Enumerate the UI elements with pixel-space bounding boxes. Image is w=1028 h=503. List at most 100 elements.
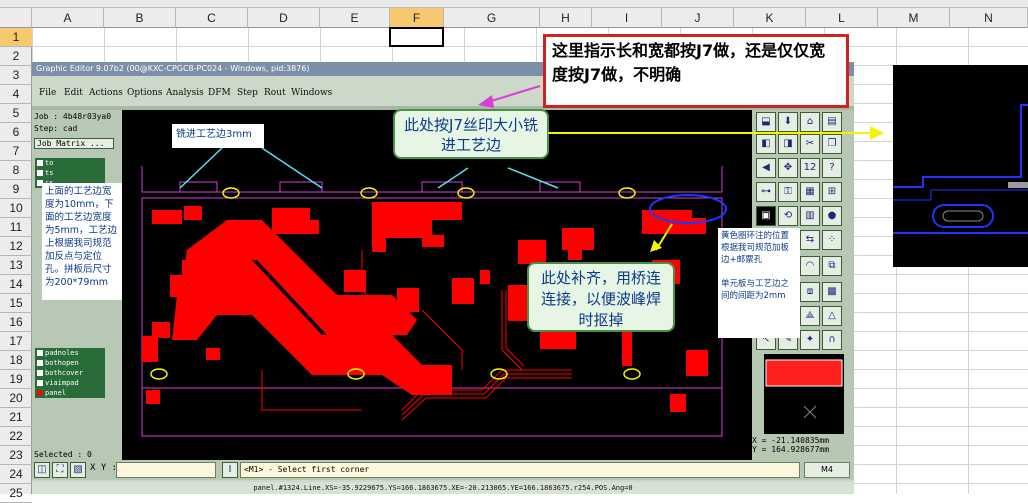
corner-select-all[interactable]	[0, 8, 32, 28]
job-matrix-button[interactable]: Job Matrix ...	[34, 138, 114, 149]
row-header[interactable]: 16	[0, 313, 32, 332]
row-header[interactable]: 2	[0, 47, 32, 66]
row-header[interactable]: 14	[0, 275, 32, 294]
layer-checkbox[interactable]	[37, 390, 43, 396]
layer-row[interactable]: to	[35, 158, 105, 168]
row-header[interactable]: 6	[0, 123, 32, 142]
column-header-c[interactable]: C	[176, 8, 248, 28]
layer-row-panel[interactable]: panel	[35, 388, 105, 398]
status-tool-icon[interactable]: ◫	[34, 462, 50, 478]
status-tool-icon[interactable]: ▧	[70, 462, 86, 478]
mode-dropdown[interactable]: M4	[804, 462, 850, 478]
layer-row[interactable]: viaimpad	[35, 378, 105, 388]
layer-row[interactable]: padnoles	[35, 348, 105, 358]
copper-icon[interactable]: ⧈	[800, 282, 820, 302]
open-layer-icon[interactable]: ⬓	[756, 112, 776, 132]
column-header-h[interactable]: H	[540, 8, 592, 28]
column-header-k[interactable]: K	[734, 8, 806, 28]
row-header[interactable]: 24	[0, 465, 32, 484]
dot-icon[interactable]: ●	[822, 206, 842, 226]
row-header[interactable]: 9	[0, 180, 32, 199]
column-header-g[interactable]: G	[444, 8, 540, 28]
status-tool-icon[interactable]: ⛶	[52, 462, 68, 478]
trash-icon[interactable]: ▤	[822, 112, 842, 132]
triangle-icon[interactable]: △	[822, 306, 842, 326]
menu-step[interactable]: Step	[237, 82, 258, 104]
move-right-icon[interactable]: ◨	[778, 134, 798, 154]
row-header[interactable]: 19	[0, 370, 32, 389]
column-header-l[interactable]: L	[806, 8, 878, 28]
pattern-icon[interactable]: ▥	[800, 206, 820, 226]
column-header-j[interactable]: J	[662, 8, 734, 28]
nodes-icon[interactable]: ⁘	[822, 230, 842, 250]
grid-icon[interactable]: ▦	[800, 182, 820, 202]
layer-checkbox[interactable]	[37, 170, 43, 176]
zoom-down-icon[interactable]: ⬇	[778, 112, 798, 132]
column-header-i[interactable]: I	[592, 8, 662, 28]
menu-actions[interactable]: Actions	[89, 82, 123, 104]
column-header-f[interactable]: F	[390, 8, 444, 28]
row-header[interactable]: 5	[0, 104, 32, 123]
home-icon[interactable]: ⌂	[800, 112, 820, 132]
fill-icon[interactable]: ▩	[822, 282, 842, 302]
row-header[interactable]: 3	[0, 66, 32, 85]
mark-icon[interactable]: ✦	[800, 330, 820, 350]
menu-dfm[interactable]: DFM	[208, 82, 231, 104]
row-header[interactable]: 15	[0, 294, 32, 313]
rotate-icon[interactable]: ⟲	[778, 206, 798, 226]
column-header-e[interactable]: E	[320, 8, 390, 28]
polygon-icon[interactable]: ⟁	[800, 306, 820, 326]
row-header[interactable]: 1	[0, 28, 32, 47]
number-icon[interactable]: 12	[800, 158, 820, 178]
column-header-m[interactable]: M	[878, 8, 950, 28]
row-header[interactable]: 20	[0, 389, 32, 408]
row-header[interactable]: 18	[0, 351, 32, 370]
pan-all-icon[interactable]: ✥	[778, 158, 798, 178]
menu-options[interactable]: Options	[127, 82, 162, 104]
info-icon[interactable]: I	[222, 462, 238, 478]
move-left-icon[interactable]: ◧	[756, 134, 776, 154]
layer-checkbox[interactable]	[37, 350, 43, 356]
layer-checkbox[interactable]	[37, 360, 43, 366]
row-header[interactable]: 11	[0, 218, 32, 237]
select-icon[interactable]: ▣	[756, 206, 776, 226]
row-header[interactable]: 13	[0, 256, 32, 275]
row-header[interactable]: 12	[0, 237, 32, 256]
mirror-icon[interactable]: ⧉	[822, 256, 842, 276]
active-cell-f1[interactable]	[389, 27, 444, 47]
layer-row[interactable]: ts	[35, 168, 105, 178]
copy-icon[interactable]: ❐	[822, 134, 842, 154]
pan-left-icon[interactable]: ◀	[756, 158, 776, 178]
menu-file[interactable]: File	[39, 82, 56, 104]
menu-rout[interactable]: Rout	[264, 82, 286, 104]
row-header[interactable]: 4	[0, 85, 32, 104]
snap-icon[interactable]: ⊞	[822, 182, 842, 202]
measure-icon[interactable]: ⊶	[756, 182, 776, 202]
menu-windows[interactable]: Windows	[291, 82, 332, 104]
row-header[interactable]: 17	[0, 332, 32, 351]
layer-checkbox[interactable]	[37, 160, 43, 166]
cut-icon[interactable]: ✂	[800, 134, 820, 154]
layer-checkbox[interactable]	[37, 370, 43, 376]
column-header-d[interactable]: D	[248, 8, 320, 28]
arc-icon[interactable]: ◠	[800, 256, 820, 276]
xy-input[interactable]	[116, 462, 216, 478]
row-header[interactable]: 21	[0, 408, 32, 427]
row-header[interactable]: 10	[0, 199, 32, 218]
help-icon[interactable]: ?	[822, 158, 842, 178]
menu-edit[interactable]: Edit	[64, 82, 83, 104]
key-icon[interactable]: ⚿	[778, 182, 798, 202]
row-header[interactable]: 22	[0, 427, 32, 446]
flip-icon[interactable]: ⇆	[800, 230, 820, 250]
row-header[interactable]: 7	[0, 142, 32, 161]
magnet-icon[interactable]: ∩	[822, 330, 842, 350]
column-header-b[interactable]: B	[104, 8, 176, 28]
row-header[interactable]: 23	[0, 446, 32, 465]
layer-row[interactable]: bothopen	[35, 358, 105, 368]
menu-analysis[interactable]: Analysis	[166, 82, 204, 104]
row-header[interactable]: 8	[0, 161, 32, 180]
column-header-a[interactable]: A	[32, 8, 104, 28]
column-header-n[interactable]: N	[950, 8, 1028, 28]
layer-row[interactable]: bothcover	[35, 368, 105, 378]
layer-checkbox[interactable]	[37, 380, 43, 386]
